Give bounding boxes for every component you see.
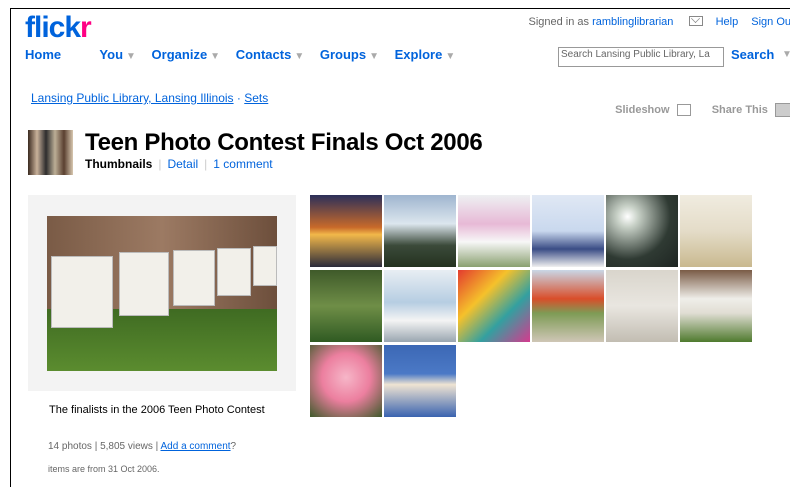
nav-organize[interactable]: Organize bbox=[152, 47, 208, 62]
set-stats: 14 photos | 5,805 views | Add a comment? bbox=[48, 441, 236, 452]
breadcrumb: Lansing Public Library, Lansing Illinois… bbox=[31, 91, 268, 105]
photo-thumbnail-sunset-lake[interactable] bbox=[310, 195, 382, 267]
logo-text-pink: r bbox=[80, 11, 91, 44]
tab-detail[interactable]: Detail bbox=[167, 157, 198, 171]
chevron-down-icon[interactable]: ▼ bbox=[445, 51, 455, 62]
photo-thumbnail-backyard-trees[interactable] bbox=[384, 195, 456, 267]
photo-thumbnail-colorful-sculpture[interactable] bbox=[458, 270, 530, 342]
photo-thumbnail-tree-lawn[interactable] bbox=[310, 270, 382, 342]
chevron-down-icon[interactable]: ▼ bbox=[210, 51, 220, 62]
chevron-down-icon[interactable]: ▼ bbox=[782, 49, 790, 60]
share-icon[interactable] bbox=[775, 103, 790, 117]
main-nav: Home▼ You▼ Organize▼ Contacts▼ Groups▼ E… bbox=[25, 47, 467, 62]
flickr-logo[interactable]: flickr bbox=[25, 13, 91, 43]
tab-divider: | bbox=[204, 157, 207, 171]
primary-photo-box bbox=[28, 195, 296, 391]
help-link[interactable]: Help bbox=[716, 16, 739, 28]
meter-shape bbox=[253, 246, 277, 286]
page-title: Teen Photo Contest Finals Oct 2006 bbox=[85, 129, 482, 157]
page-frame: flickr Signed in as ramblinglibrarian He… bbox=[10, 8, 790, 487]
photo-thumbnail-puppies[interactable] bbox=[384, 345, 456, 417]
tab-divider: | bbox=[158, 157, 161, 171]
chevron-down-icon[interactable]: ▼ bbox=[126, 51, 136, 62]
photo-thumbnail-sun-through-trees[interactable] bbox=[606, 195, 678, 267]
meter-shape bbox=[217, 248, 251, 296]
photo-thumbnail-mugs-shelf[interactable] bbox=[384, 270, 456, 342]
search-button[interactable]: Search bbox=[731, 47, 774, 62]
set-dates: items are from 31 Oct 2006. bbox=[48, 464, 160, 474]
logo-text-blue: flick bbox=[25, 11, 80, 44]
photo-thumbnail-gas-meters-small[interactable] bbox=[680, 270, 752, 342]
tab-thumbnails[interactable]: Thumbnails bbox=[85, 157, 152, 171]
photo-thumbnail-pink-hydrangea[interactable] bbox=[310, 345, 382, 417]
photo-thumbnail-teddy-bear[interactable] bbox=[680, 195, 752, 267]
username-link[interactable]: ramblinglibrarian bbox=[592, 16, 673, 28]
nav-groups[interactable]: Groups bbox=[320, 47, 366, 62]
mail-icon[interactable] bbox=[689, 16, 703, 26]
sign-out-link[interactable]: Sign Ou bbox=[751, 16, 790, 28]
set-description: The finalists in the 2006 Teen Photo Con… bbox=[49, 404, 269, 417]
photo-thumbnail-pink-tulips[interactable] bbox=[458, 195, 530, 267]
stats-suffix: ? bbox=[231, 441, 237, 452]
photo-thumbnail-red-tree[interactable] bbox=[532, 270, 604, 342]
signed-in-label: Signed in as bbox=[529, 16, 590, 28]
account-bar: Signed in as ramblinglibrarian Help Sign… bbox=[529, 15, 790, 28]
primary-photo[interactable] bbox=[47, 216, 277, 371]
slideshow-link[interactable]: Slideshow bbox=[615, 104, 669, 116]
breadcrumb-owner-link[interactable]: Lansing Public Library, Lansing Illinois bbox=[31, 91, 234, 105]
nav-contacts[interactable]: Contacts bbox=[236, 47, 292, 62]
photo-thumbnail-sand-tracks[interactable] bbox=[606, 270, 678, 342]
nav-home[interactable]: Home bbox=[25, 47, 61, 62]
photo-thumbnail-girl-portrait[interactable] bbox=[532, 195, 604, 267]
chevron-down-icon[interactable]: ▼ bbox=[369, 51, 379, 62]
set-tools: Slideshow Share This bbox=[615, 103, 790, 117]
chevron-down-icon[interactable]: ▼ bbox=[294, 51, 304, 62]
nav-you[interactable]: You bbox=[99, 47, 123, 62]
set-cover-thumbnail bbox=[28, 130, 73, 175]
view-tabs: Thumbnails | Detail | 1 comment bbox=[85, 157, 273, 171]
add-comment-link[interactable]: Add a comment bbox=[161, 441, 231, 452]
stats-text: 14 photos | 5,805 views | bbox=[48, 441, 158, 452]
nav-explore[interactable]: Explore bbox=[395, 47, 443, 62]
meter-shape bbox=[119, 252, 169, 316]
slideshow-icon[interactable] bbox=[677, 104, 691, 116]
comments-link[interactable]: 1 comment bbox=[213, 157, 272, 171]
meter-shape bbox=[51, 256, 113, 328]
search-input[interactable]: Search Lansing Public Library, La bbox=[558, 47, 724, 67]
share-link[interactable]: Share This bbox=[712, 104, 768, 116]
breadcrumb-separator: · bbox=[237, 91, 241, 105]
breadcrumb-sets-link[interactable]: Sets bbox=[244, 91, 268, 105]
meter-shape bbox=[173, 250, 215, 306]
